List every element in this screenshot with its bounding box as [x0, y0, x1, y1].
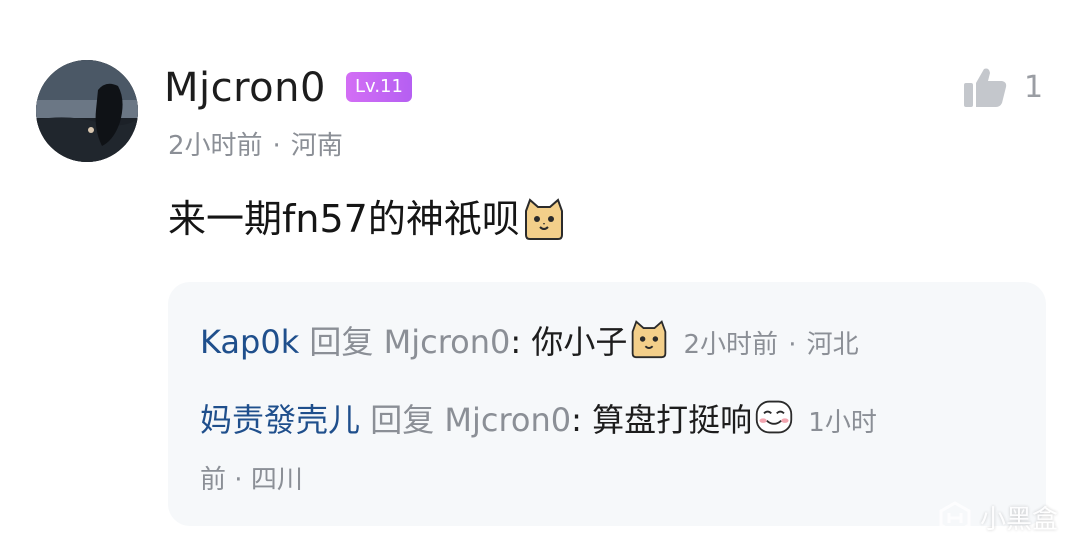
- reply-item[interactable]: 妈责發壳儿 回复 Mjcron0: 算盘打挺响 1小时: [200, 390, 877, 453]
- meta-separator: ·: [272, 131, 281, 161]
- reply-colon: :: [571, 401, 582, 439]
- reply-separator: ·: [788, 330, 797, 360]
- cat-face-emoji-icon: [524, 198, 563, 240]
- level-badge: Lv.11: [346, 72, 412, 102]
- avatar[interactable]: [36, 60, 138, 162]
- username[interactable]: Mjcron0: [164, 62, 326, 114]
- cat-face-emoji-icon: [632, 320, 667, 359]
- comment-text: 来一期fn57的神祇呗: [168, 192, 566, 246]
- avatar-image: [36, 60, 138, 162]
- reply-content: 算盘打挺响: [592, 401, 753, 439]
- reply-meta-continuation: 前 · 四川: [200, 454, 303, 506]
- comment-time: 2小时前: [168, 131, 263, 161]
- thumbs-up-icon: [964, 68, 1007, 107]
- reply-location: 河北: [806, 330, 859, 360]
- reply-colon: :: [510, 323, 522, 361]
- reply-time-part1: 1小时: [808, 408, 877, 438]
- reply-content: 你小子: [531, 323, 628, 361]
- comment-location: 河南: [290, 131, 343, 161]
- watermark-text: 小黑盒: [979, 505, 1058, 535]
- xiaoheihe-logo-icon: [939, 500, 971, 535]
- comment-body: 来一期fn57的神祇呗: [168, 197, 520, 241]
- reply-target[interactable]: Mjcron0: [444, 401, 571, 439]
- like-button[interactable]: 1: [962, 62, 1052, 114]
- reply-author[interactable]: 妈责發壳儿: [200, 401, 360, 439]
- comment-meta: 2小时前 · 河南: [168, 128, 343, 164]
- blushing-smile-emoji-icon: [755, 400, 793, 434]
- reply-location: 四川: [250, 465, 303, 495]
- reply-separator: ·: [234, 465, 243, 495]
- like-count: 1: [1024, 70, 1044, 105]
- reply-word: 回复: [370, 401, 435, 439]
- reply-word: 回复: [309, 323, 374, 361]
- reply-author[interactable]: Kap0k: [200, 323, 299, 361]
- replies-box: Kap0k 回复 Mjcron0: 你小子 2小时前 · 河北 妈责發壳儿 回复…: [168, 282, 1046, 526]
- reply-time-part2: 前: [200, 465, 227, 495]
- watermark: 小黑盒: [938, 499, 1058, 536]
- reply-item[interactable]: Kap0k 回复 Mjcron0: 你小子 2小时前 · 河北: [200, 312, 859, 375]
- reply-time: 2小时前: [683, 330, 779, 360]
- reply-target[interactable]: Mjcron0: [384, 323, 511, 361]
